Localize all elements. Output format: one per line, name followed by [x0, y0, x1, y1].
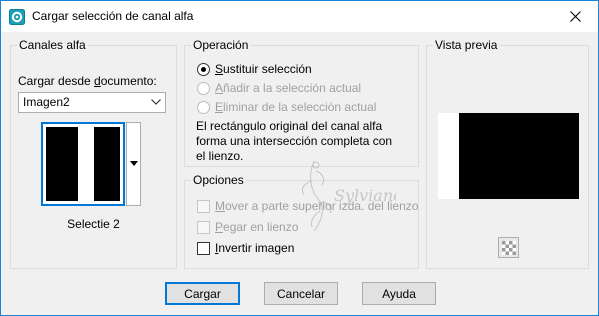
dropdown-arrow-icon: [130, 161, 138, 166]
app-icon: [9, 9, 25, 25]
checkbox-box: [197, 241, 210, 255]
checkbox-box: [197, 199, 210, 213]
selection-name: Selectie 2: [67, 217, 120, 231]
radio-indicator: [197, 100, 210, 114]
chevron-down-icon: [151, 99, 161, 105]
preview-image: [459, 113, 579, 199]
thumbnail-dropdown-button[interactable]: [126, 122, 141, 206]
radio-indicator: [197, 81, 210, 95]
preview-white-area: [438, 113, 459, 199]
title-bar: Cargar selección de canal alfa: [1, 1, 598, 32]
alpha-channel-thumbnail[interactable]: [41, 122, 125, 206]
radio-indicator: [197, 62, 210, 76]
load-button[interactable]: Cargar: [165, 282, 240, 305]
load-from-document-label: Cargar desde documento:: [18, 74, 157, 88]
dialog-window: Cargar selección de canal alfa Canales a…: [0, 0, 599, 316]
checkbox-box: [197, 220, 210, 234]
options-label: Opciones: [191, 173, 246, 187]
document-select-value: Imagen2: [23, 95, 70, 109]
window-title: Cargar selección de canal alfa: [32, 9, 194, 23]
checkbox-invert-image[interactable]: Invertir imagen: [197, 240, 294, 256]
svg-text:Sylviane: Sylviane: [334, 186, 396, 205]
operation-label: Operación: [191, 38, 251, 52]
alpha-channels-label: Canales alfa: [17, 38, 88, 52]
close-icon: [569, 11, 581, 22]
checkerboard-button[interactable]: [498, 237, 519, 258]
close-button[interactable]: [552, 1, 598, 32]
document-select[interactable]: Imagen2: [18, 92, 166, 113]
cancel-button[interactable]: Cancelar: [264, 282, 338, 305]
preview-label: Vista previa: [433, 38, 500, 52]
radio-replace-selection[interactable]: Sustituir selección: [197, 61, 312, 77]
checkerboard-icon: [501, 240, 516, 255]
radio-remove-from-selection[interactable]: Eliminar de la selección actual: [197, 99, 376, 115]
watermark-logo: Sylviane: [256, 151, 403, 241]
help-button[interactable]: Ayuda: [362, 282, 436, 305]
radio-add-to-selection[interactable]: Añadir a la selección actual: [197, 80, 361, 96]
